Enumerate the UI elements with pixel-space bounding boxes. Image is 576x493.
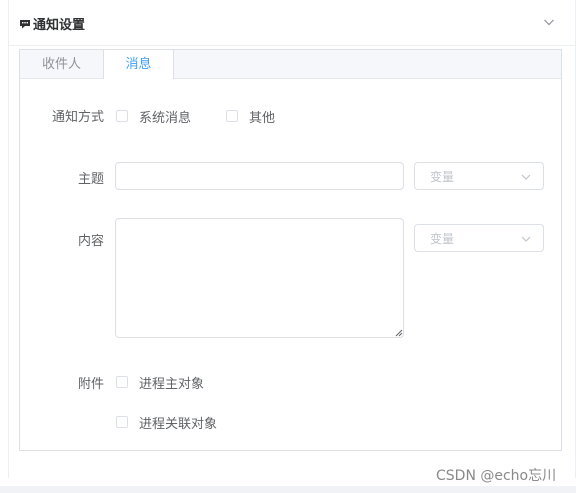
panel-title-text: 通知设置 — [33, 18, 86, 33]
tabs-container: 收件人 消息 通知方式 系统消息 其他 主题 变量 内容 变量 附件 进程主对象… — [19, 49, 562, 451]
system-message-checkbox[interactable] — [116, 110, 128, 122]
chevron-down-icon — [521, 174, 531, 180]
process-related-object-label[interactable]: 进程关联对象 — [139, 413, 217, 432]
watermark: CSDN @echo忘川 — [436, 468, 557, 484]
subject-input[interactable] — [115, 162, 404, 190]
resize-handle-icon[interactable] — [395, 329, 403, 337]
process-related-object-checkbox[interactable] — [116, 416, 128, 428]
tab-recipients[interactable]: 收件人 — [20, 50, 104, 79]
notify-method-label: 通知方式 — [51, 110, 104, 125]
subject-variable-placeholder: 变量 — [430, 170, 455, 184]
message-icon — [20, 19, 30, 28]
attachment-label: 附件 — [77, 377, 104, 392]
notification-settings-panel: 通知设置 收件人 消息 通知方式 系统消息 其他 主题 变量 内容 变量 附件 … — [8, 0, 576, 478]
tabs-nav: 收件人 消息 — [20, 50, 561, 79]
panel-title: 通知设置 — [19, 14, 85, 33]
chevron-down-icon[interactable] — [543, 16, 555, 28]
other-label[interactable]: 其他 — [249, 107, 275, 126]
other-checkbox[interactable] — [226, 110, 238, 122]
subject-label: 主题 — [77, 172, 104, 187]
content-textarea[interactable] — [115, 218, 404, 338]
content-variable-select[interactable]: 变量 — [414, 224, 544, 252]
system-message-label[interactable]: 系统消息 — [139, 107, 191, 126]
content-label: 内容 — [77, 234, 104, 249]
content-variable-placeholder: 变量 — [430, 232, 455, 246]
panel-header[interactable]: 通知设置 — [9, 0, 575, 46]
bottom-divider — [0, 486, 576, 493]
process-main-object-label[interactable]: 进程主对象 — [139, 373, 204, 392]
subject-variable-select[interactable]: 变量 — [414, 162, 544, 190]
content-textarea-wrap — [115, 218, 404, 338]
process-main-object-checkbox[interactable] — [116, 376, 128, 388]
tab-message[interactable]: 消息 — [104, 50, 174, 79]
chevron-down-icon — [521, 236, 531, 242]
